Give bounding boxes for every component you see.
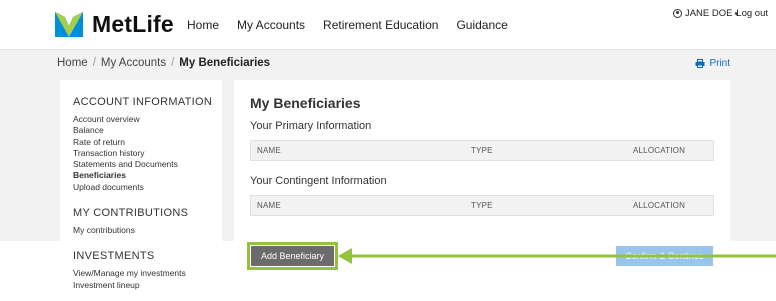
breadcrumb-separator: / [92, 57, 96, 69]
sidebar-item-rate-of-return[interactable]: Rate of return [73, 137, 222, 148]
sidebar-item-balance[interactable]: Balance [73, 125, 222, 136]
nav-guidance[interactable]: Guidance [456, 18, 507, 32]
brand-name: MetLife [92, 11, 174, 37]
metlife-logo-mark-icon [55, 12, 83, 37]
sidebar-item-manage-investments[interactable]: View/Manage my investments [73, 268, 222, 279]
breadcrumb: Home / My Accounts / My Beneficiaries [57, 57, 270, 69]
user-menu[interactable]: JANE DOE ▾ [672, 8, 738, 19]
top-nav-bar: MetLife Home My Accounts Retirement Educ… [0, 0, 776, 50]
breadcrumb-my-accounts[interactable]: My Accounts [101, 57, 166, 69]
nav-my-accounts[interactable]: My Accounts [237, 18, 305, 32]
page-title: My Beneficiaries [250, 95, 361, 111]
printer-icon [695, 59, 705, 68]
add-beneficiary-button[interactable]: Add Beneficiary [247, 242, 338, 270]
column-header-type: TYPE [471, 146, 493, 155]
user-icon [672, 9, 682, 18]
main-nav: Home My Accounts Retirement Education Gu… [187, 18, 526, 32]
nav-retirement-education[interactable]: Retirement Education [323, 18, 438, 32]
breadcrumb-current: My Beneficiaries [179, 57, 271, 69]
confirm-continue-button[interactable]: Confirm & Continue [616, 246, 713, 266]
print-link[interactable]: Print [695, 58, 730, 69]
main-content: My Beneficiaries Your Primary Informatio… [234, 80, 730, 301]
sidebar-heading-contributions: MY CONTRIBUTIONS [73, 207, 189, 220]
user-name: JANE DOE [684, 8, 733, 19]
logout-link[interactable]: Log out [736, 8, 768, 19]
metlife-logo[interactable]: MetLife [55, 11, 174, 38]
sidebar-item-investment-lineup[interactable]: Investment lineup [73, 280, 222, 291]
nav-home[interactable]: Home [187, 18, 219, 32]
print-label: Print [709, 58, 730, 69]
contingent-table-header: NAME TYPE ALLOCATION [250, 195, 714, 216]
sidebar-item-upload-documents[interactable]: Upload documents [73, 182, 222, 193]
column-header-name: NAME [257, 201, 281, 210]
sidebar-heading-investments: INVESTMENTS [73, 250, 155, 263]
breadcrumb-separator: / [171, 57, 175, 69]
column-header-name: NAME [257, 146, 281, 155]
sidebar-item-transaction-history[interactable]: Transaction history [73, 148, 222, 159]
breadcrumb-home[interactable]: Home [57, 57, 88, 69]
sidebar-item-my-contributions[interactable]: My contributions [73, 225, 222, 236]
column-header-allocation: ALLOCATION [633, 201, 686, 210]
sidebar-item-statements[interactable]: Statements and Documents [73, 159, 222, 170]
primary-section-heading: Your Primary Information [250, 120, 372, 132]
contingent-section-heading: Your Contingent Information [250, 175, 387, 187]
column-header-allocation: ALLOCATION [633, 146, 686, 155]
sidebar-heading-account-information: ACCOUNT INFORMATION [73, 96, 213, 108]
sidebar-item-account-overview[interactable]: Account overview [73, 114, 222, 125]
primary-table-header: NAME TYPE ALLOCATION [250, 140, 714, 161]
column-header-type: TYPE [471, 201, 493, 210]
sidebar-item-beneficiaries[interactable]: Beneficiaries [73, 170, 222, 181]
sidebar: ACCOUNT INFORMATION Account overview Bal… [60, 80, 222, 301]
